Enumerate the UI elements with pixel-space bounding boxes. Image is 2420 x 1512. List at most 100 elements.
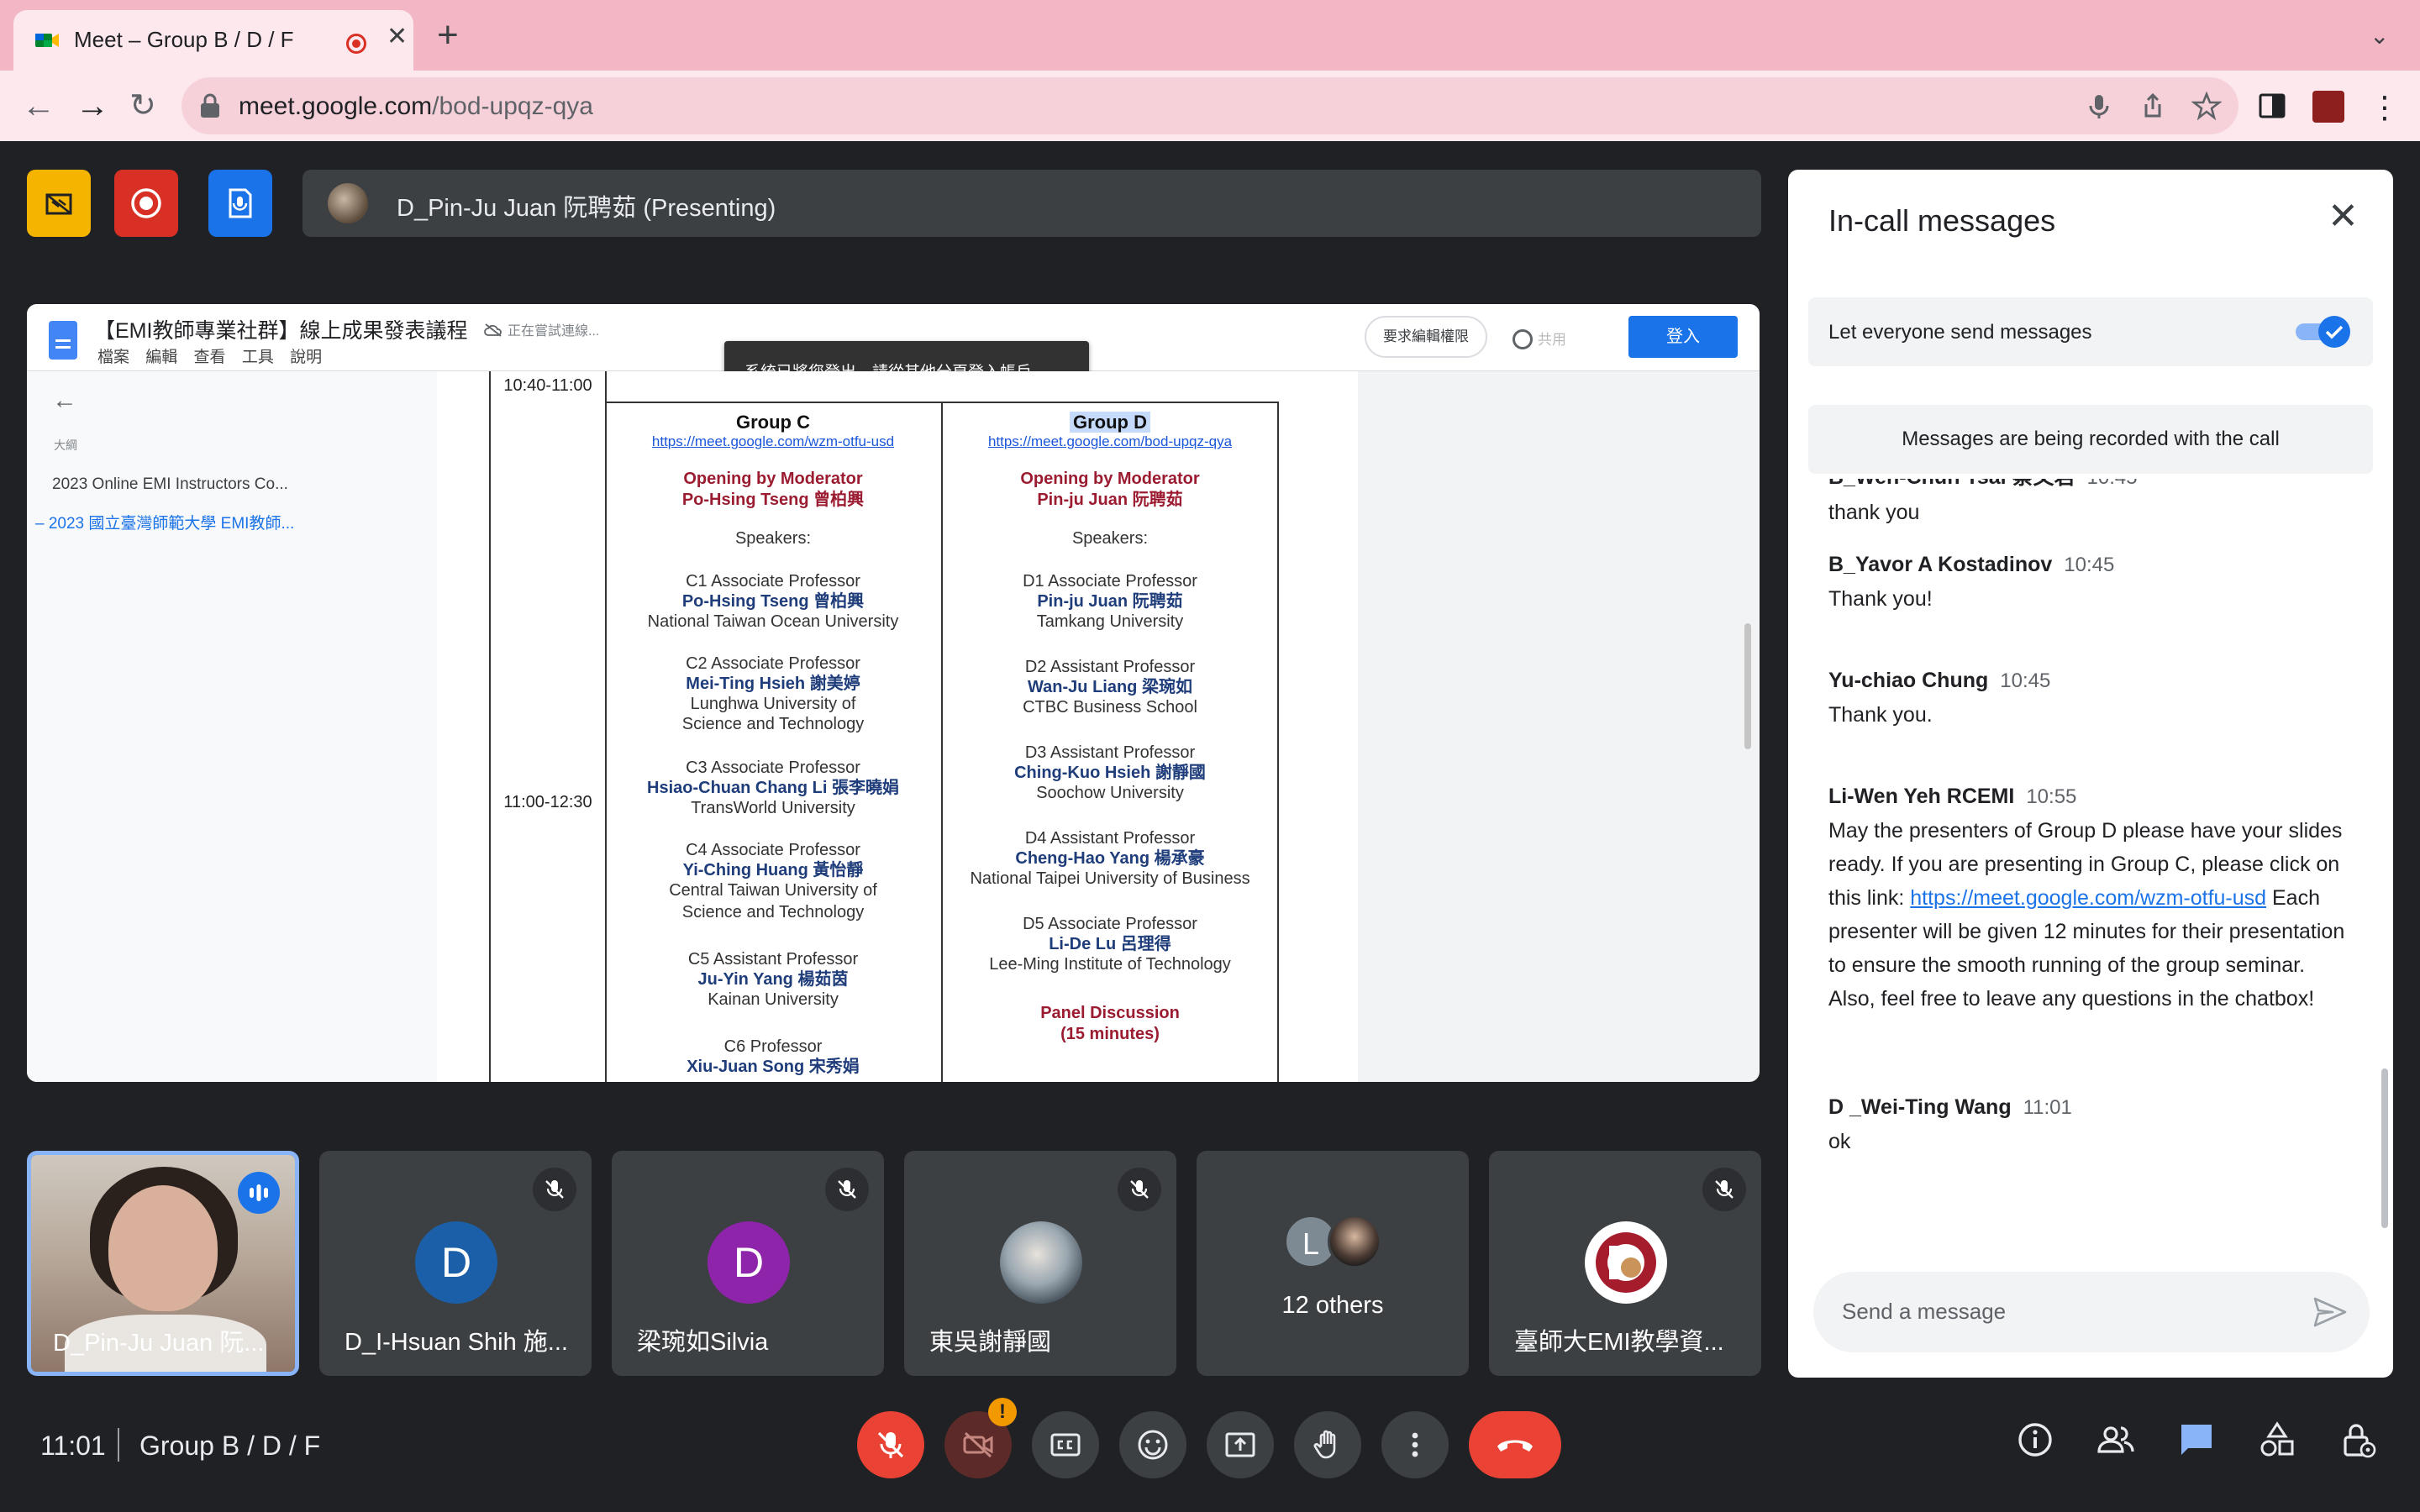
speaker-name: Ching-Kuo Hsieh 謝靜國 <box>1014 764 1206 782</box>
speaker-affiliation: TransWorld University <box>691 799 855 817</box>
doc-share-label: 共用 <box>1538 332 1566 348</box>
speaker-affiliation: Science and Technology <box>681 903 865 921</box>
chat-message: D _Wei-Ting Wang 11:01 ok <box>1828 1095 2349 1158</box>
video-face <box>108 1185 218 1311</box>
others-tile[interactable]: L 12 others <box>1197 1151 1469 1376</box>
time-slot-2: 11:00-12:30 <box>503 793 592 811</box>
speaker-role: D2 Assistant Professor <box>1024 658 1196 676</box>
microphone-icon[interactable] <box>2084 91 2114 121</box>
speaker-role: C6 Professor <box>723 1037 823 1056</box>
message-time: 11:01 <box>2023 1096 2072 1119</box>
outline-item: 2023 Online EMI Instructors Co... <box>52 475 288 493</box>
raise-hand-button[interactable] <box>1294 1411 1361 1478</box>
host-controls-button[interactable] <box>2333 1415 2383 1465</box>
address-bar[interactable]: meet.google.com/bod-upqz-qya <box>182 77 2238 134</box>
doc-title: 【EMI教師專業社群】線上成果發表議程 <box>94 319 468 343</box>
new-tab-icon[interactable]: + <box>437 17 459 54</box>
speaker-affiliation: Kainan University <box>708 990 839 1009</box>
chat-scrollbar[interactable] <box>2381 1068 2388 1228</box>
chat-message: Yu-chiao Chung 10:45 Thank you. <box>1828 669 2349 732</box>
message-header: Yu-chiao Chung 10:45 <box>1828 669 2349 693</box>
logo-icon <box>1596 1232 1656 1293</box>
group-c-link: https://meet.google.com/wzm-otfu-usd <box>651 433 895 449</box>
browser-tab-bar: Meet – Group B / D / F ✕ + ⌄ <box>0 0 2420 71</box>
group-c-moderator: Po-Hsing Tseng 曾柏興 <box>681 491 865 509</box>
chat-button[interactable] <box>2171 1415 2222 1465</box>
doc-menu: 檔案 編輯 查看 工具 說明 <box>97 349 323 366</box>
tab-recording-icon <box>346 34 366 54</box>
lock-icon[interactable] <box>198 92 222 119</box>
activities-button[interactable] <box>2252 1415 2302 1465</box>
present-now-button[interactable] <box>1207 1411 1274 1478</box>
chat-close-icon[interactable]: ✕ <box>2328 198 2359 235</box>
message-list: B_Wen-Chun Tsai 蔡文君 10:45 thank you B_Yav… <box>1788 479 2393 1235</box>
speaker-role: D1 Associate Professor <box>1023 572 1197 591</box>
participant-tile-self[interactable]: D_Pin-Ju Juan 阮... <box>27 1151 299 1376</box>
speaker-affiliation: Tamkang University <box>1036 612 1184 631</box>
more-options-button[interactable] <box>1381 1411 1449 1478</box>
speaker-role: C5 Assistant Professor <box>687 950 859 969</box>
side-panel-icon[interactable] <box>2257 91 2287 121</box>
speaker-role: D3 Assistant Professor <box>1024 743 1196 762</box>
group-c-speakers-label: Speakers: <box>734 529 812 548</box>
muted-mic-icon <box>825 1168 869 1211</box>
others-count: 12 others <box>1281 1292 1384 1319</box>
allow-messages-toggle[interactable] <box>2294 314 2353 349</box>
captions-button[interactable] <box>1032 1411 1099 1478</box>
back-arrow-icon[interactable]: ← <box>22 87 55 124</box>
bookmark-star-icon[interactable] <box>2191 91 2222 121</box>
participant-tile[interactable]: 臺師大EMI教學資... <box>1489 1151 1761 1376</box>
transcript-button[interactable] <box>208 170 272 237</box>
recording-button[interactable] <box>114 170 178 237</box>
message-text: Thank you. <box>1828 703 1933 727</box>
speaker-role: C2 Associate Professor <box>686 654 860 673</box>
message-header: D _Wei-Ting Wang 11:01 <box>1828 1095 2349 1120</box>
doc-share-button: 共用 <box>1509 319 1593 354</box>
send-icon[interactable] <box>2312 1295 2348 1329</box>
microphone-toggle-button[interactable] <box>857 1411 924 1478</box>
muted-mic-icon <box>1702 1168 1746 1211</box>
browser-tab[interactable]: Meet – Group B / D / F ✕ <box>13 10 413 71</box>
browser-toolbar: ← → ↻ meet.google.com/bod-upqz-qya ⋮ <box>0 71 2420 141</box>
participant-name: 梁琬如Silvia <box>637 1329 769 1356</box>
present-screen-icon <box>1225 1432 1255 1457</box>
meeting-details-button[interactable] <box>2010 1415 2060 1465</box>
message-time: 10:55 <box>2026 785 2077 808</box>
url-text[interactable]: meet.google.com/bod-upqz-qya <box>239 92 593 121</box>
host-visual-effects-button[interactable] <box>27 170 91 237</box>
tab-close-icon[interactable]: ✕ <box>387 22 408 51</box>
forward-arrow-icon[interactable]: → <box>76 87 109 124</box>
participant-tile[interactable]: D 梁琬如Silvia <box>612 1151 884 1376</box>
people-button[interactable] <box>2091 1415 2141 1465</box>
raise-hand-icon <box>1313 1430 1336 1459</box>
speaker-name: Po-Hsing Tseng 曾柏興 <box>681 592 865 611</box>
extension-icon[interactable] <box>2312 91 2344 123</box>
reactions-button[interactable] <box>1119 1411 1186 1478</box>
group-d-link: https://meet.google.com/bod-upqz-qya <box>987 433 1233 449</box>
outline-back-arrow-icon: ← <box>52 386 77 414</box>
message-text: thank you <box>1828 501 1920 524</box>
speaker-name: Xiu-Juan Song 宋秀娟 <box>687 1058 860 1076</box>
meet-stage: D_Pin-Ju Juan 阮聘茹 (Presenting) 【EMI教師專業社… <box>0 141 2420 1512</box>
in-call-messages-panel: In-call messages ✕ Let everyone send mes… <box>1788 170 2393 1378</box>
participant-tile[interactable]: 東吳謝靜國 <box>904 1151 1176 1376</box>
info-icon <box>2018 1423 2052 1457</box>
muted-mic-icon <box>1118 1168 1161 1211</box>
tab-title: Meet – Group B / D / F <box>74 27 294 52</box>
message-link[interactable]: https://meet.google.com/wzm-otfu-usd <box>1910 886 2266 910</box>
shared-screen[interactable]: 【EMI教師專業社群】線上成果發表議程 檔案 編輯 查看 工具 說明 正在嘗試連… <box>27 304 1760 1082</box>
reload-icon[interactable]: ↻ <box>129 87 156 124</box>
group-c-title: Group C <box>736 412 810 433</box>
share-icon[interactable] <box>2138 91 2168 121</box>
emoji-icon <box>1138 1430 1168 1460</box>
leave-call-button[interactable] <box>1469 1411 1561 1478</box>
tab-search-chevron-icon[interactable]: ⌄ <box>2370 22 2389 50</box>
doc-status: 正在嘗試連線... <box>484 319 599 339</box>
message-input-placeholder: Send a message <box>1842 1299 2007 1324</box>
participant-name: 臺師大EMI教學資... <box>1514 1329 1724 1356</box>
recording-notice: Messages are being recorded with the cal… <box>1808 405 2373 474</box>
participant-tile[interactable]: D D_I-Hsuan Shih 施... <box>319 1151 592 1376</box>
browser-menu-icon[interactable]: ⋮ <box>2370 89 2400 126</box>
message-input[interactable]: Send a message <box>1813 1272 2370 1352</box>
group-d-moderator: Pin-ju Juan 阮聘茹 <box>1037 491 1183 509</box>
